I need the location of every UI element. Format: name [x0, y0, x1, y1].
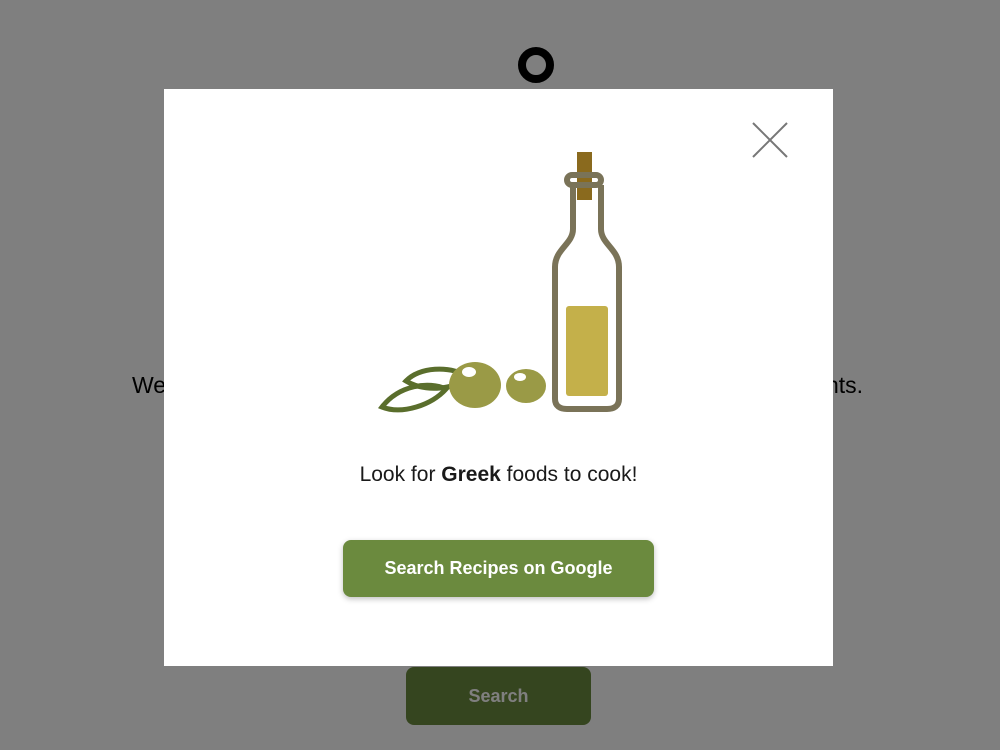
search-recipes-google-button[interactable]: Search Recipes on Google [343, 540, 654, 597]
prompt-before: Look for [359, 463, 442, 486]
cuisine-prompt: Look for Greek foods to cook! [164, 463, 833, 487]
close-icon[interactable] [749, 119, 791, 161]
recipe-modal: Look for Greek foods to cook! Search Rec… [164, 89, 833, 666]
olive-oil-illustration [377, 152, 622, 413]
olive-oil-bottle-icon [552, 152, 622, 412]
olive-icon [449, 362, 546, 408]
prompt-after: foods to cook! [500, 463, 638, 486]
cuisine-name: Greek [441, 463, 501, 486]
